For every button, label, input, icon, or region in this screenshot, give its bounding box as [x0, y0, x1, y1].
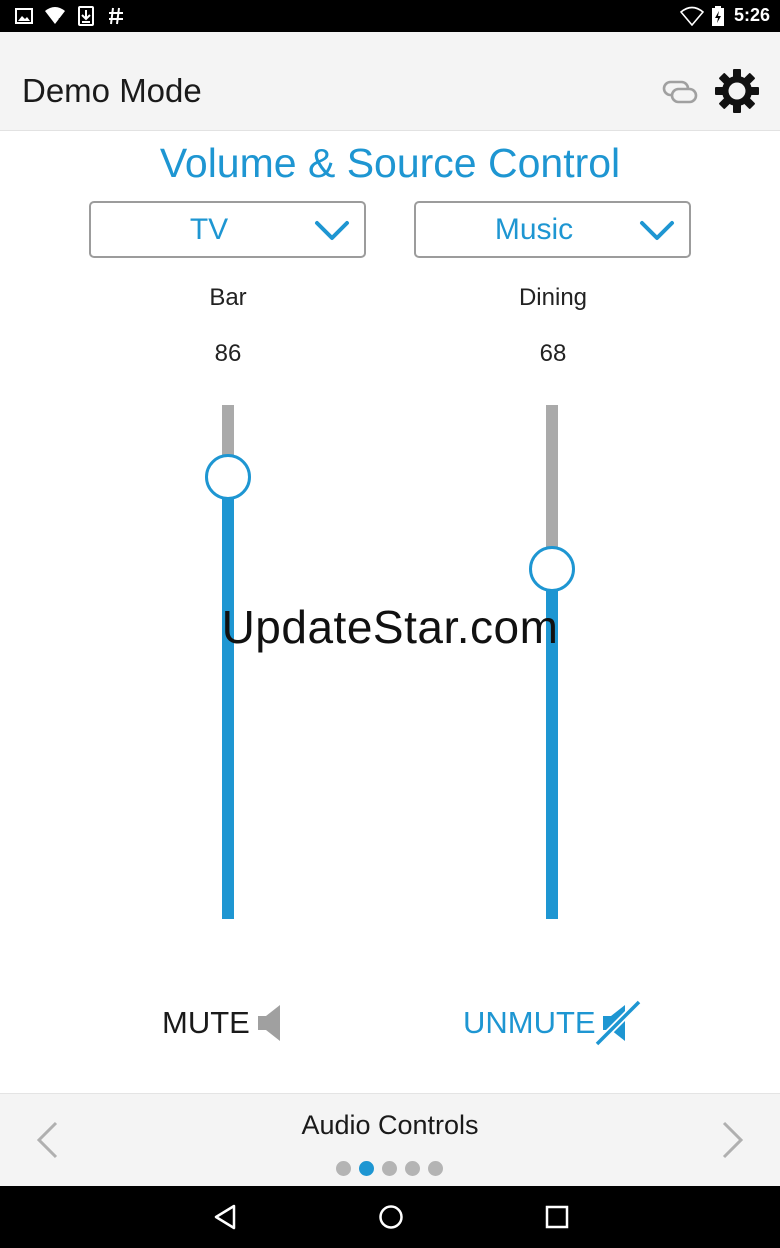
link-icon[interactable]: [662, 80, 698, 104]
page-indicator: [336, 1161, 446, 1177]
page-dot[interactable]: [382, 1161, 397, 1176]
wifi-icon: [680, 6, 704, 26]
zone-name-bar: Bar: [209, 284, 247, 311]
page-footer: Audio Controls: [0, 1093, 780, 1186]
volume-slider-thumb-dining[interactable]: [529, 546, 575, 592]
chevron-down-icon: [640, 221, 674, 240]
speaker-muted-icon: [595, 999, 642, 1047]
zone-volume-bar: 86: [214, 340, 242, 367]
battery-charging-icon: [712, 6, 724, 26]
svg-text:?: ?: [58, 17, 63, 26]
status-bar: ? 5:26: [0, 0, 780, 32]
source-value: Music: [494, 213, 574, 246]
image-icon: [15, 8, 33, 24]
chevron-down-icon: [315, 221, 349, 240]
zone-volume-dining: 68: [539, 340, 567, 367]
back-icon[interactable]: [212, 1203, 238, 1231]
page-dot[interactable]: [359, 1161, 374, 1176]
hash-icon: [109, 7, 123, 25]
mute-label: MUTE: [162, 1005, 250, 1040]
volume-slider-fill: [222, 477, 234, 919]
app-title: Demo Mode: [22, 72, 202, 109]
clock: 5:26: [733, 5, 770, 25]
mute-button[interactable]: MUTE: [162, 1000, 286, 1046]
chevron-right-icon[interactable]: [720, 1120, 746, 1160]
footer-title: Audio Controls: [301, 1110, 479, 1140]
home-icon[interactable]: [377, 1203, 405, 1231]
system-nav-bar: [0, 1186, 780, 1248]
page-dot[interactable]: [336, 1161, 351, 1176]
page-title: Volume & Source Control: [159, 140, 621, 186]
recents-icon[interactable]: [544, 1203, 570, 1231]
unmute-button[interactable]: UNMUTE: [463, 999, 643, 1047]
source-select-bar[interactable]: TV: [89, 201, 366, 258]
zone-name-dining: Dining: [518, 284, 588, 311]
page-dot[interactable]: [428, 1161, 443, 1176]
volume-slider-dining[interactable]: [546, 405, 558, 919]
source-value: TV: [189, 213, 229, 246]
volume-slider-thumb-bar[interactable]: [205, 454, 251, 500]
download-icon: [78, 6, 94, 26]
gear-icon[interactable]: [714, 68, 760, 114]
page-dot[interactable]: [405, 1161, 420, 1176]
source-select-dining[interactable]: Music: [414, 201, 691, 258]
unmute-label: UNMUTE: [463, 1005, 596, 1040]
wifi-question-icon: ?: [45, 7, 65, 26]
watermark: UpdateStar.com: [221, 601, 559, 653]
speaker-icon: [258, 1005, 280, 1041]
